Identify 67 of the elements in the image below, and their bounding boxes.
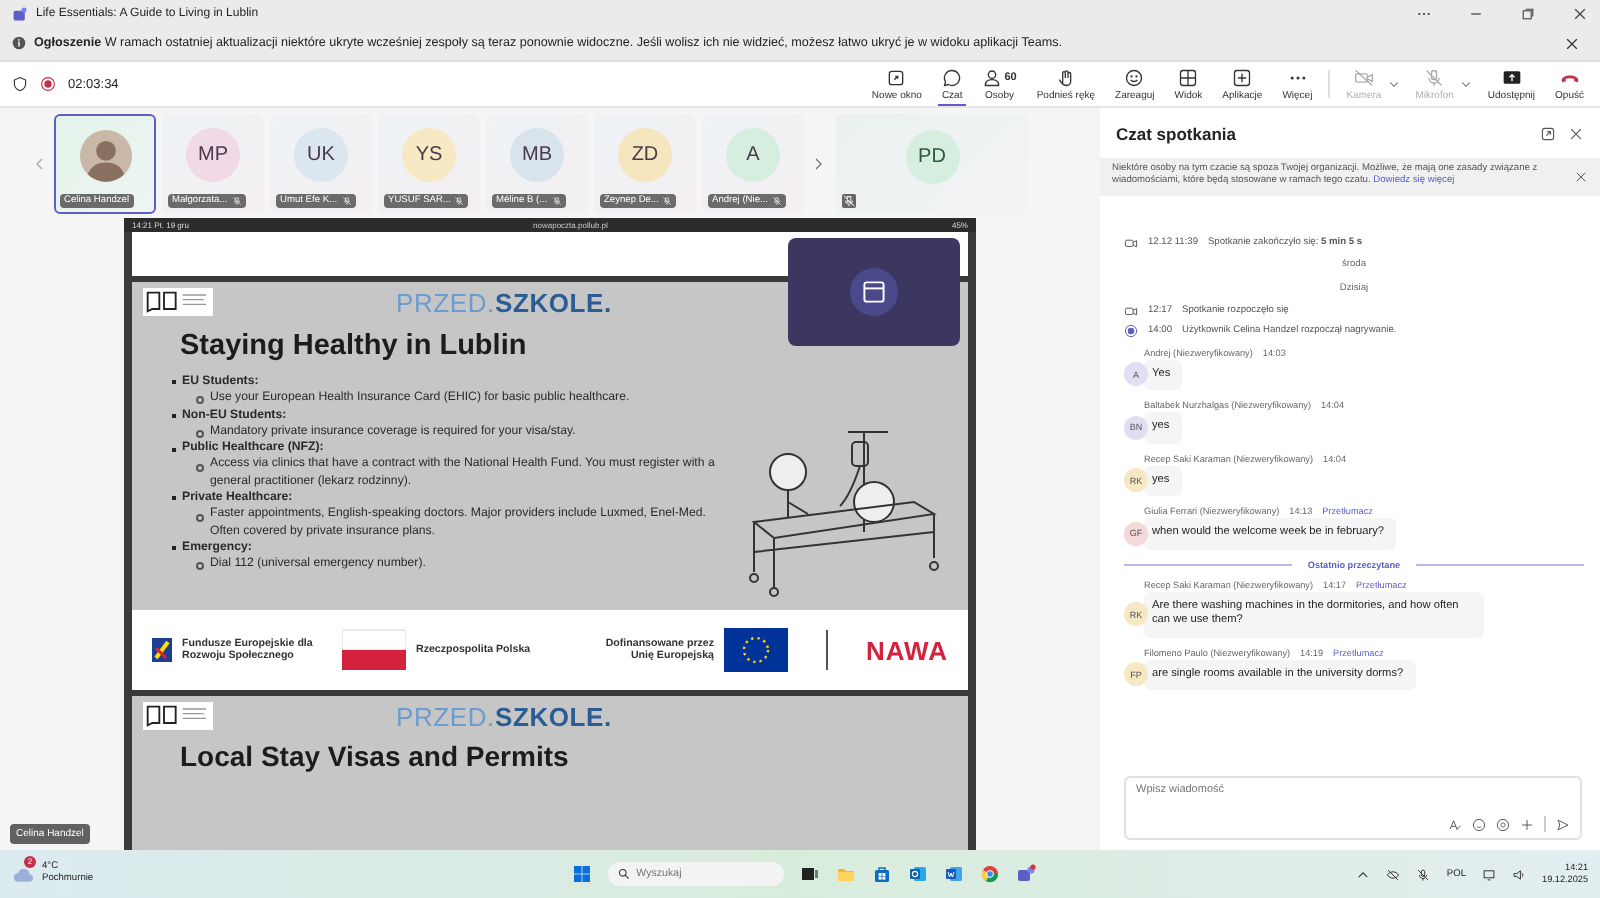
chevron-up-icon[interactable] <box>1356 867 1371 881</box>
window-icon <box>886 67 907 87</box>
store-icon[interactable] <box>872 864 893 884</box>
avatar-silhouette <box>79 129 131 181</box>
poland-flag-icon <box>342 628 406 672</box>
mail-app-icon[interactable] <box>908 864 929 884</box>
participant-tile[interactable]: PD <box>836 113 1028 213</box>
participant-avatar: MP <box>186 128 240 182</box>
record-icon <box>1124 323 1138 338</box>
cloud-icon[interactable] <box>12 865 36 883</box>
app-icon <box>12 5 28 21</box>
person-icon <box>982 67 1003 87</box>
shield-icon <box>12 76 28 92</box>
mic-off-icon <box>1424 67 1445 87</box>
chat-icon <box>942 67 963 87</box>
sticker-icon[interactable] <box>1496 817 1511 831</box>
search-icon <box>618 868 631 880</box>
popout-icon[interactable] <box>1540 125 1556 141</box>
info-icon <box>12 36 26 50</box>
calendar-icon[interactable] <box>850 268 898 316</box>
bullet-icon <box>196 430 204 439</box>
document-app-icon[interactable] <box>944 864 965 884</box>
task-view-icon[interactable] <box>800 864 821 884</box>
bullet-icon <box>196 513 204 522</box>
chevron-right-icon[interactable] <box>810 155 826 171</box>
close-icon[interactable] <box>1574 169 1588 184</box>
bullet-icon <box>196 562 204 571</box>
plus-icon <box>1232 67 1253 87</box>
brand-logo-text: PRZED.SZKOLE. <box>396 701 612 731</box>
format-icon[interactable] <box>1448 817 1463 831</box>
slide-title: Local Stay Visas and Permits <box>180 740 571 772</box>
chat-title: Czat spotkania <box>1116 123 1236 143</box>
mic-off-icon[interactable] <box>1416 867 1431 881</box>
windows-start-icon[interactable] <box>572 864 593 884</box>
participant-avatar: YS <box>402 128 456 182</box>
eu-flag-icon <box>724 628 788 672</box>
close-icon[interactable] <box>1568 125 1584 141</box>
monitor-icon[interactable] <box>1482 867 1497 881</box>
bullet-icon <box>196 396 204 405</box>
close-icon[interactable] <box>1564 35 1580 51</box>
nawa-logo-text: NAWA <box>866 635 948 665</box>
browser-icon[interactable] <box>980 864 1001 884</box>
video-icon <box>1124 235 1138 250</box>
participant-avatar: UK <box>294 128 348 182</box>
university-logo <box>140 288 216 316</box>
eye-off-icon[interactable] <box>1386 867 1401 881</box>
smiley-icon <box>1124 67 1145 87</box>
restore-icon[interactable] <box>1520 5 1536 21</box>
participant-avatar: A <box>726 128 780 182</box>
hand-icon <box>1055 67 1076 87</box>
share-icon <box>1501 67 1522 87</box>
smiley-icon[interactable] <box>1472 817 1487 831</box>
participant-avatar: MB <box>510 128 564 182</box>
close-icon[interactable] <box>1572 5 1588 21</box>
university-logo <box>140 702 216 730</box>
brand-logo-text: PRZED.SZKOLE. <box>396 287 612 317</box>
recording-icon <box>40 76 56 92</box>
bullet-icon <box>196 463 204 472</box>
participant-avatar: ZD <box>618 128 672 182</box>
slide-title: Staying Healthy in Lublin <box>180 330 529 362</box>
grid-icon <box>1178 67 1199 87</box>
send-icon[interactable] <box>1556 817 1570 831</box>
video-icon <box>1124 303 1138 318</box>
camera-off-icon <box>1353 67 1374 87</box>
participant-avatar: PD <box>905 130 959 184</box>
speaker-icon[interactable] <box>1512 867 1527 881</box>
chat-app-icon[interactable] <box>1016 864 1037 884</box>
